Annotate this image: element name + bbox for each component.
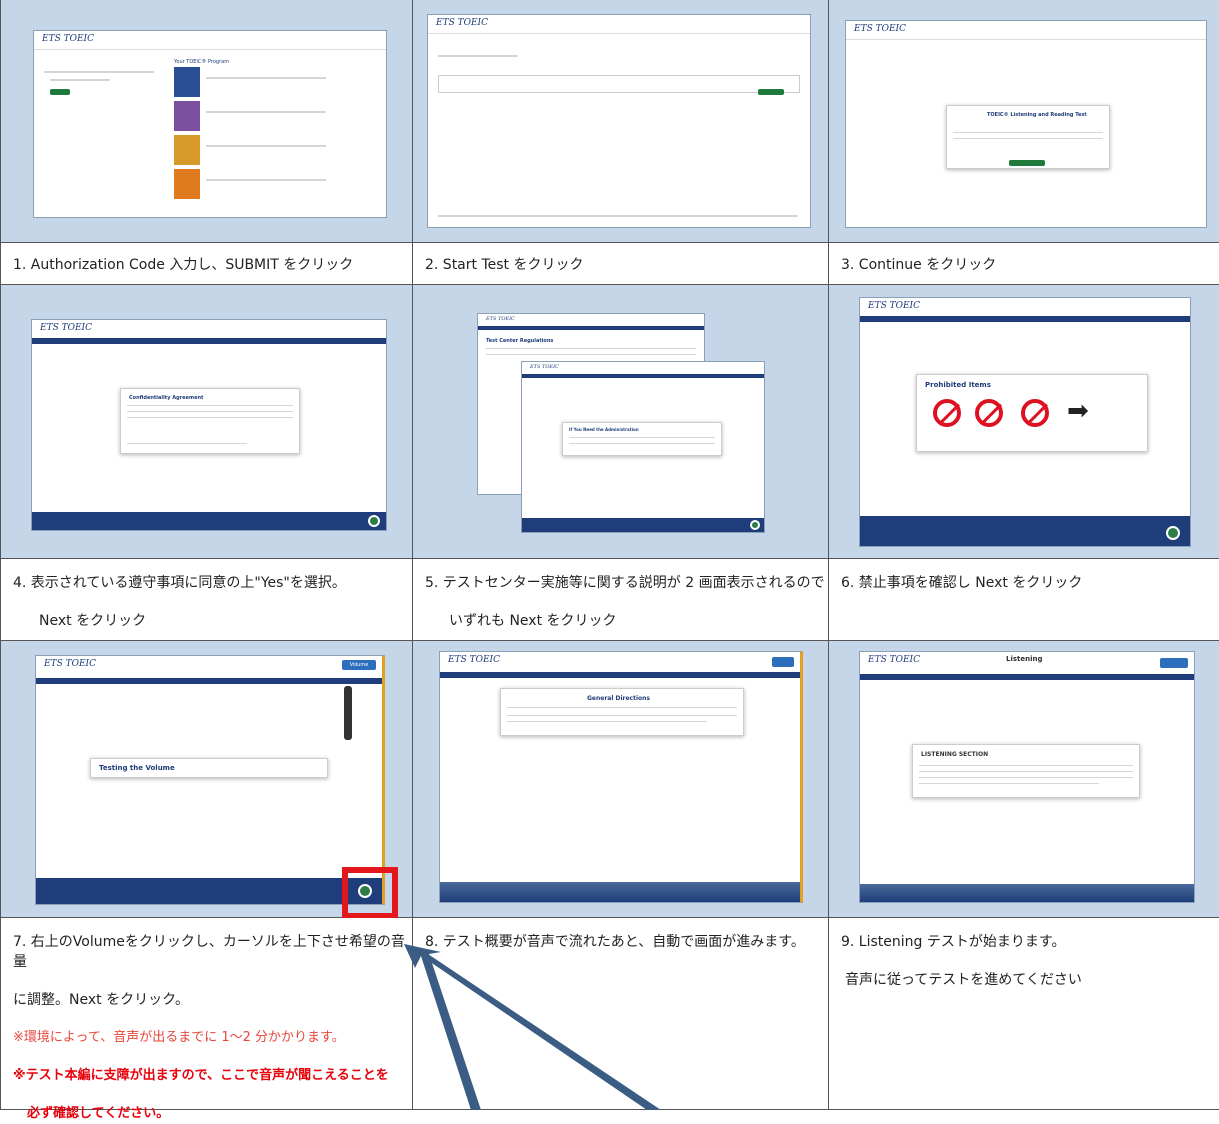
step-4-caption: 4. 表示されている遵守事項に同意の上"Yes"を選択。 Next をクリック	[1, 559, 413, 641]
ets-toeic-logo: ETS TOEIC	[436, 18, 488, 28]
step-note: ※環境によって、音声が出るまでに 1～2 分かかります。	[13, 1030, 345, 1045]
dialog-title: Test Center Regulations	[486, 338, 554, 344]
step-7-caption: 7. 右上のVolumeをクリックし、カーソルを上下させ希望の音量 に調整。Ne…	[1, 918, 413, 1121]
general-directions-screen: ETS TOEIC General Directions	[439, 651, 803, 903]
step-text: 8. テスト概要が音声で流れたあと、自動で画面が進みます。	[425, 934, 805, 950]
step-3-caption: 3. Continue をクリック	[829, 243, 1219, 285]
step-warning: ※テスト本編に支障が出ますので、ここで音声が聞こえることを	[13, 1068, 389, 1083]
step-text: いずれも Next をクリック	[449, 613, 617, 629]
ets-toeic-logo: ETS TOEIC	[868, 655, 920, 665]
step-text: 2. Start Test をクリック	[425, 257, 584, 273]
ets-toeic-logo: ETS TOEIC	[40, 323, 92, 333]
continue-button[interactable]	[1009, 160, 1045, 166]
step-2-screenshot: ETS TOEIC	[413, 0, 829, 243]
continue-screen: ETS TOEIC TOEIC® Listening and Reading T…	[845, 20, 1207, 228]
step-7-screenshot: ETS TOEIC Volume Testing the Volume	[1, 641, 413, 919]
dialog-title: If You Need the Administration	[569, 427, 639, 432]
step-text: に調整。Next をクリック。	[13, 992, 189, 1008]
step-text: 4. 表示されている遵守事項に同意の上"Yes"を選択。	[13, 575, 346, 591]
ets-toeic-logo: ETS TOEIC	[486, 316, 515, 322]
dialog-title: Prohibited Items	[925, 381, 991, 389]
step-3-screenshot: ETS TOEIC TOEIC® Listening and Reading T…	[829, 0, 1219, 243]
step-6-caption: 6. 禁止事項を確認し Next をクリック	[829, 559, 1219, 641]
listening-screen: ETS TOEIC Listening LISTENING SECTION	[859, 651, 1195, 903]
need-admin-screen: ETS TOEIC If You Need the Administration	[521, 361, 765, 533]
volume-button[interactable]	[1160, 658, 1188, 668]
your-toeic-program: Your TOEIC® Program	[174, 59, 230, 65]
step-warning: 必ず確認してください。	[27, 1106, 170, 1121]
next-button[interactable]	[368, 515, 380, 527]
step-8-caption: 8. テスト概要が音声で流れたあと、自動で画面が進みます。	[413, 918, 829, 1110]
step-1-screenshot: ETS TOEIC Your TOEIC® Program	[1, 0, 413, 243]
step-text: 3. Continue をクリック	[841, 257, 997, 273]
step-8-screenshot: ETS TOEIC General Directions	[413, 641, 829, 918]
start-test-button[interactable]	[758, 89, 784, 95]
next-button[interactable]	[1166, 526, 1180, 540]
step-6-screenshot: ETS TOEIC Prohibited Items ➡	[829, 285, 1219, 559]
submit-button[interactable]	[50, 89, 70, 95]
dialog-title: Testing the Volume	[99, 764, 175, 772]
step-text: 5. テストセンター実施等に関する説明が 2 画面表示されるので	[425, 575, 825, 591]
volume-slider[interactable]	[344, 686, 352, 740]
ets-toeic-logo: ETS TOEIC	[44, 659, 96, 669]
instruction-table: ETS TOEIC Your TOEIC® Program ETS TOEIC …	[0, 0, 1219, 1121]
prohibited-screen: ETS TOEIC Prohibited Items ➡	[859, 297, 1191, 547]
ets-toeic-logo: ETS TOEIC	[868, 301, 920, 311]
no-books-icon	[1021, 399, 1049, 427]
step-text: 6. 禁止事項を確認し Next をクリック	[841, 575, 1083, 591]
start-test-screen: ETS TOEIC	[427, 14, 811, 228]
authorization-screen: ETS TOEIC Your TOEIC® Program	[33, 30, 387, 218]
dialog-title: TOEIC® Listening and Reading Test	[987, 112, 1087, 118]
step-text: 9. Listening テストが始まります。	[841, 934, 1066, 950]
step-1-caption: 1. Authorization Code 入力し、SUBMIT をクリック	[1, 243, 413, 285]
no-electronics-icon	[975, 399, 1003, 427]
highlight-box	[342, 867, 398, 919]
volume-button[interactable]: Volume	[342, 660, 376, 670]
ets-toeic-logo: ETS TOEIC	[42, 34, 94, 44]
volume-screen: ETS TOEIC Volume Testing the Volume	[35, 655, 385, 905]
volume-button[interactable]	[772, 657, 794, 667]
step-9-screenshot: ETS TOEIC Listening LISTENING SECTION	[829, 641, 1219, 918]
no-phone-icon	[933, 399, 961, 427]
section-title: Listening	[1006, 655, 1043, 663]
step-9-caption: 9. Listening テストが始まります。 音声に従ってテストを進めてくださ…	[829, 918, 1219, 1110]
dialog-title: LISTENING SECTION	[921, 751, 989, 758]
dialog-title: Confidentiality Agreement	[129, 395, 204, 401]
step-text: 7. 右上のVolumeをクリックし、カーソルを上下させ希望の音量	[13, 934, 405, 970]
next-button[interactable]	[750, 520, 760, 530]
step-text: Next をクリック	[39, 613, 147, 629]
step-5-screenshot: ETS TOEIC Test Center Regulations ETS TO…	[413, 285, 829, 559]
ets-toeic-logo: ETS TOEIC	[448, 655, 500, 665]
step-4-screenshot: ETS TOEIC Confidentiality Agreement	[1, 285, 413, 559]
dialog-title: General Directions	[587, 695, 650, 702]
step-5-caption: 5. テストセンター実施等に関する説明が 2 画面表示されるので いずれも Ne…	[413, 559, 829, 641]
ets-toeic-logo: ETS TOEIC	[530, 364, 559, 370]
step-2-caption: 2. Start Test をクリック	[413, 243, 829, 285]
arrow-right-icon: ➡	[1067, 396, 1089, 426]
confidentiality-screen: ETS TOEIC Confidentiality Agreement	[31, 319, 387, 531]
step-text: 1. Authorization Code 入力し、SUBMIT をクリック	[13, 257, 354, 273]
step-text: 音声に従ってテストを進めてください	[845, 972, 1082, 988]
ets-toeic-logo: ETS TOEIC	[854, 24, 906, 34]
